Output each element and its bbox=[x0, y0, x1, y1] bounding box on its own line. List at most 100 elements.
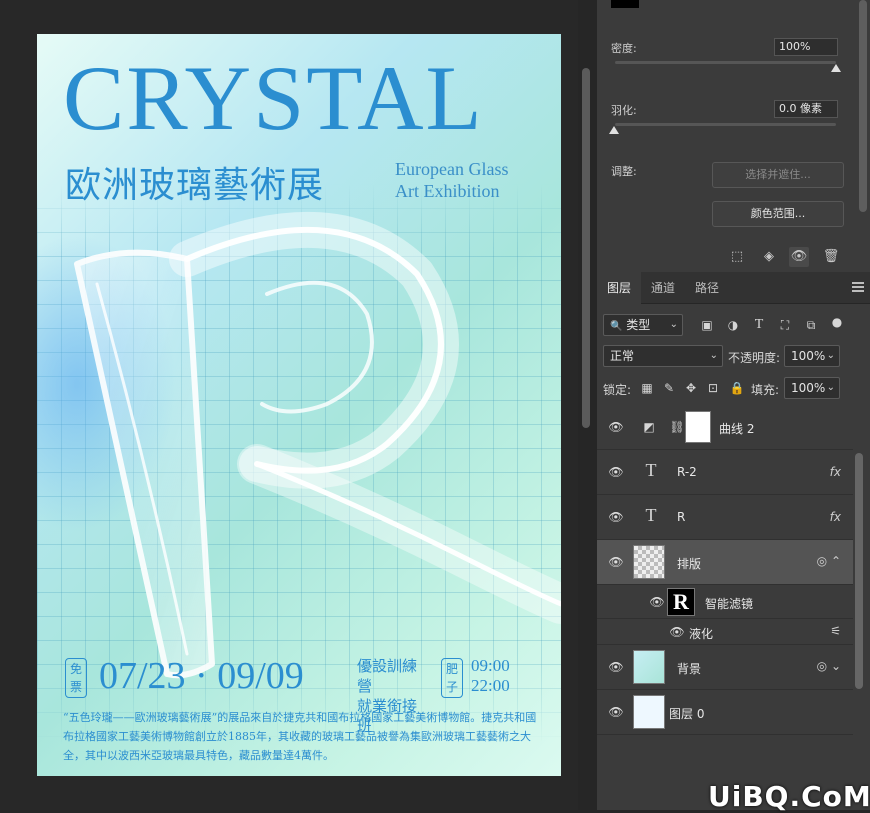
canvas-scrollbar[interactable] bbox=[582, 0, 590, 810]
filter-options-icon[interactable]: ⚟ bbox=[830, 624, 841, 638]
site-watermark: UiBQ.CoM bbox=[708, 780, 870, 813]
layer-row[interactable]: 👁 图层 0 bbox=[597, 690, 853, 735]
properties-scroll-thumb[interactable] bbox=[859, 0, 867, 212]
filter-type-icon[interactable]: T bbox=[751, 317, 767, 333]
lock-transparent-icon[interactable]: ▦ bbox=[639, 380, 655, 396]
eye-icon[interactable]: 👁 bbox=[608, 659, 624, 675]
layer-row[interactable]: 👁 T R-2 fx bbox=[597, 450, 853, 495]
poster-paragraph: “五色玲瓏——歐洲玻璃藝術展”的展品來自於捷克共和國布拉格國家工藝美術博物館。捷… bbox=[63, 711, 537, 762]
document-canvas[interactable]: CRYSTAL 欧洲玻璃藝術展 European Glass Art Exhib… bbox=[0, 0, 578, 810]
search-icon: 🔍 bbox=[610, 321, 623, 332]
blend-row: 正常 ⌄ 不透明度: 100% ⌄ bbox=[597, 344, 870, 368]
feather-slider[interactable] bbox=[615, 123, 836, 126]
eye-icon[interactable]: 👁 bbox=[669, 624, 685, 640]
text-layer-icon: T bbox=[645, 460, 657, 480]
density-label: 密度: bbox=[611, 42, 637, 55]
smart-object-thumbnail[interactable] bbox=[633, 545, 665, 579]
toggle-visibility-icon[interactable]: 👁 bbox=[789, 247, 809, 267]
fx-icon[interactable]: fx bbox=[830, 465, 841, 479]
fill-value: 100% bbox=[791, 381, 826, 395]
fx-icon[interactable]: fx bbox=[830, 510, 841, 524]
camp-line-1: 優設訓練營 bbox=[357, 657, 418, 695]
smart-object-thumbnail[interactable] bbox=[633, 650, 665, 684]
lock-brush-icon[interactable]: ✎ bbox=[661, 380, 677, 396]
tab-channels[interactable]: 通道 bbox=[641, 272, 685, 304]
layer-row[interactable]: 👁 背景 ◎ ⌄ bbox=[597, 645, 853, 690]
layers-scrollbar[interactable] bbox=[855, 405, 863, 690]
filter-kind-select[interactable]: 🔍 类型 ⌄ bbox=[603, 314, 683, 336]
poster-subtitle-en: European Glass Art Exhibition bbox=[395, 158, 555, 202]
load-selection-icon[interactable]: ⬚ bbox=[727, 247, 747, 267]
density-input[interactable]: 100% bbox=[774, 38, 838, 56]
properties-scrollbar[interactable] bbox=[859, 0, 867, 230]
blend-mode-select[interactable]: 正常 ⌄ bbox=[603, 345, 723, 367]
feather-slider-knob[interactable] bbox=[609, 126, 619, 134]
layers-list: 👁 ◩ ⛓ 曲线 2 👁 T R-2 fx 👁 T R fx 👁 排版 ◎ ⌃ bbox=[597, 405, 870, 735]
opacity-input[interactable]: 100% ⌄ bbox=[784, 345, 840, 367]
layer-mask-thumbnail[interactable] bbox=[685, 411, 711, 443]
filter-row[interactable]: 👁 液化 ⚟ bbox=[597, 619, 853, 645]
layer-row[interactable]: 👁 ◩ ⛓ 曲线 2 bbox=[597, 405, 853, 450]
chevron-down-icon: ⌄ bbox=[669, 319, 678, 330]
poster-dates: 07/23 · 09/09 bbox=[99, 655, 304, 697]
eye-icon[interactable]: 👁 bbox=[608, 419, 624, 435]
right-panel: 密度: 100% 羽化: 0.0 像素 调整: 选择并遮住... 颜色范围...… bbox=[597, 0, 870, 810]
feather-input[interactable]: 0.0 像素 bbox=[774, 100, 838, 118]
chevron-down-icon: ⌄ bbox=[826, 382, 835, 393]
filter-pixel-icon[interactable]: ▣ bbox=[699, 317, 715, 333]
canvas-scroll-thumb[interactable] bbox=[582, 68, 590, 428]
layer-thumbnail[interactable] bbox=[633, 695, 665, 729]
chevron-down-icon: ⌄ bbox=[826, 350, 835, 361]
layer-filter-row: 🔍 类型 ⌄ ▣ ◑ T ⛶ ⧉ ● bbox=[597, 312, 870, 338]
filter-adjustment-icon[interactable]: ◑ bbox=[725, 317, 741, 333]
eye-icon[interactable]: 👁 bbox=[649, 594, 665, 610]
density-slider[interactable] bbox=[615, 61, 836, 64]
filter-smart-object-icon[interactable]: ⧉ bbox=[803, 317, 819, 333]
layer-name: 液化 bbox=[689, 627, 714, 641]
chevron-down-icon: ⌄ bbox=[709, 350, 718, 361]
layer-name: 背景 bbox=[677, 662, 702, 676]
filter-shape-icon[interactable]: ⛶ bbox=[777, 317, 793, 333]
layer-name: R-2 bbox=[677, 465, 697, 479]
eye-icon[interactable]: 👁 bbox=[608, 464, 624, 480]
layer-name: 智能滤镜 bbox=[705, 597, 754, 611]
layers-panel-tabs: 图层 通道 路径 bbox=[597, 272, 870, 304]
smart-filter-row[interactable]: 👁 R 智能滤镜 bbox=[597, 585, 853, 619]
glass-letter-r bbox=[74, 211, 561, 679]
tab-paths[interactable]: 路径 bbox=[685, 272, 729, 304]
layer-name: 排版 bbox=[677, 557, 702, 571]
eye-icon[interactable]: 👁 bbox=[608, 704, 624, 720]
text-layer-icon: T bbox=[645, 505, 657, 525]
poster-title: CRYSTAL bbox=[63, 47, 484, 149]
properties-panel: 密度: 100% 羽化: 0.0 像素 调整: 选择并遮住... 颜色范围...… bbox=[597, 0, 870, 270]
select-and-mask-button[interactable]: 选择并遮住... bbox=[712, 162, 844, 188]
fill-input[interactable]: 100% ⌄ bbox=[784, 377, 840, 399]
layer-row[interactable]: 👁 T R fx bbox=[597, 495, 853, 540]
lock-move-icon[interactable]: ✥ bbox=[683, 380, 699, 396]
smart-filter-icon[interactable]: ◎ ⌄ bbox=[817, 659, 841, 673]
filter-toggle-icon[interactable]: ● bbox=[829, 314, 845, 330]
lock-artboard-icon[interactable]: ⊡ bbox=[705, 380, 721, 396]
eye-icon[interactable]: 👁 bbox=[608, 554, 624, 570]
layer-row-selected[interactable]: 👁 排版 ◎ ⌃ bbox=[597, 540, 853, 585]
layers-scroll-thumb[interactable] bbox=[855, 453, 863, 689]
time-open: 09:00 bbox=[471, 656, 510, 675]
trash-icon[interactable]: 🗑 bbox=[821, 247, 841, 267]
smart-filter-mask-thumbnail[interactable]: R bbox=[667, 588, 695, 616]
density-slider-knob[interactable] bbox=[831, 64, 841, 72]
fill-label: 填充: bbox=[751, 383, 780, 397]
mask-actions: ⬚ ◈ 👁 🗑 bbox=[597, 243, 870, 271]
smart-filter-icon[interactable]: ◎ ⌃ bbox=[817, 554, 841, 568]
layer-name: 图层 0 bbox=[669, 707, 705, 721]
poster-subtitle-en-line2: Art Exhibition bbox=[395, 181, 500, 201]
chain-link-icon[interactable]: ⛓ bbox=[669, 419, 685, 435]
apply-mask-icon[interactable]: ◈ bbox=[759, 247, 779, 267]
poster-subtitle-en-line1: European Glass bbox=[395, 159, 509, 179]
layer-name: 曲线 2 bbox=[719, 422, 755, 436]
color-range-button[interactable]: 颜色范围... bbox=[712, 201, 844, 227]
panel-menu-icon[interactable] bbox=[852, 282, 864, 292]
poster-subtitle-cn: 欧洲玻璃藝術展 bbox=[65, 165, 325, 206]
tab-layers[interactable]: 图层 bbox=[597, 272, 642, 304]
eye-icon[interactable]: 👁 bbox=[608, 509, 624, 525]
lock-all-icon[interactable]: 🔒 bbox=[729, 380, 745, 396]
